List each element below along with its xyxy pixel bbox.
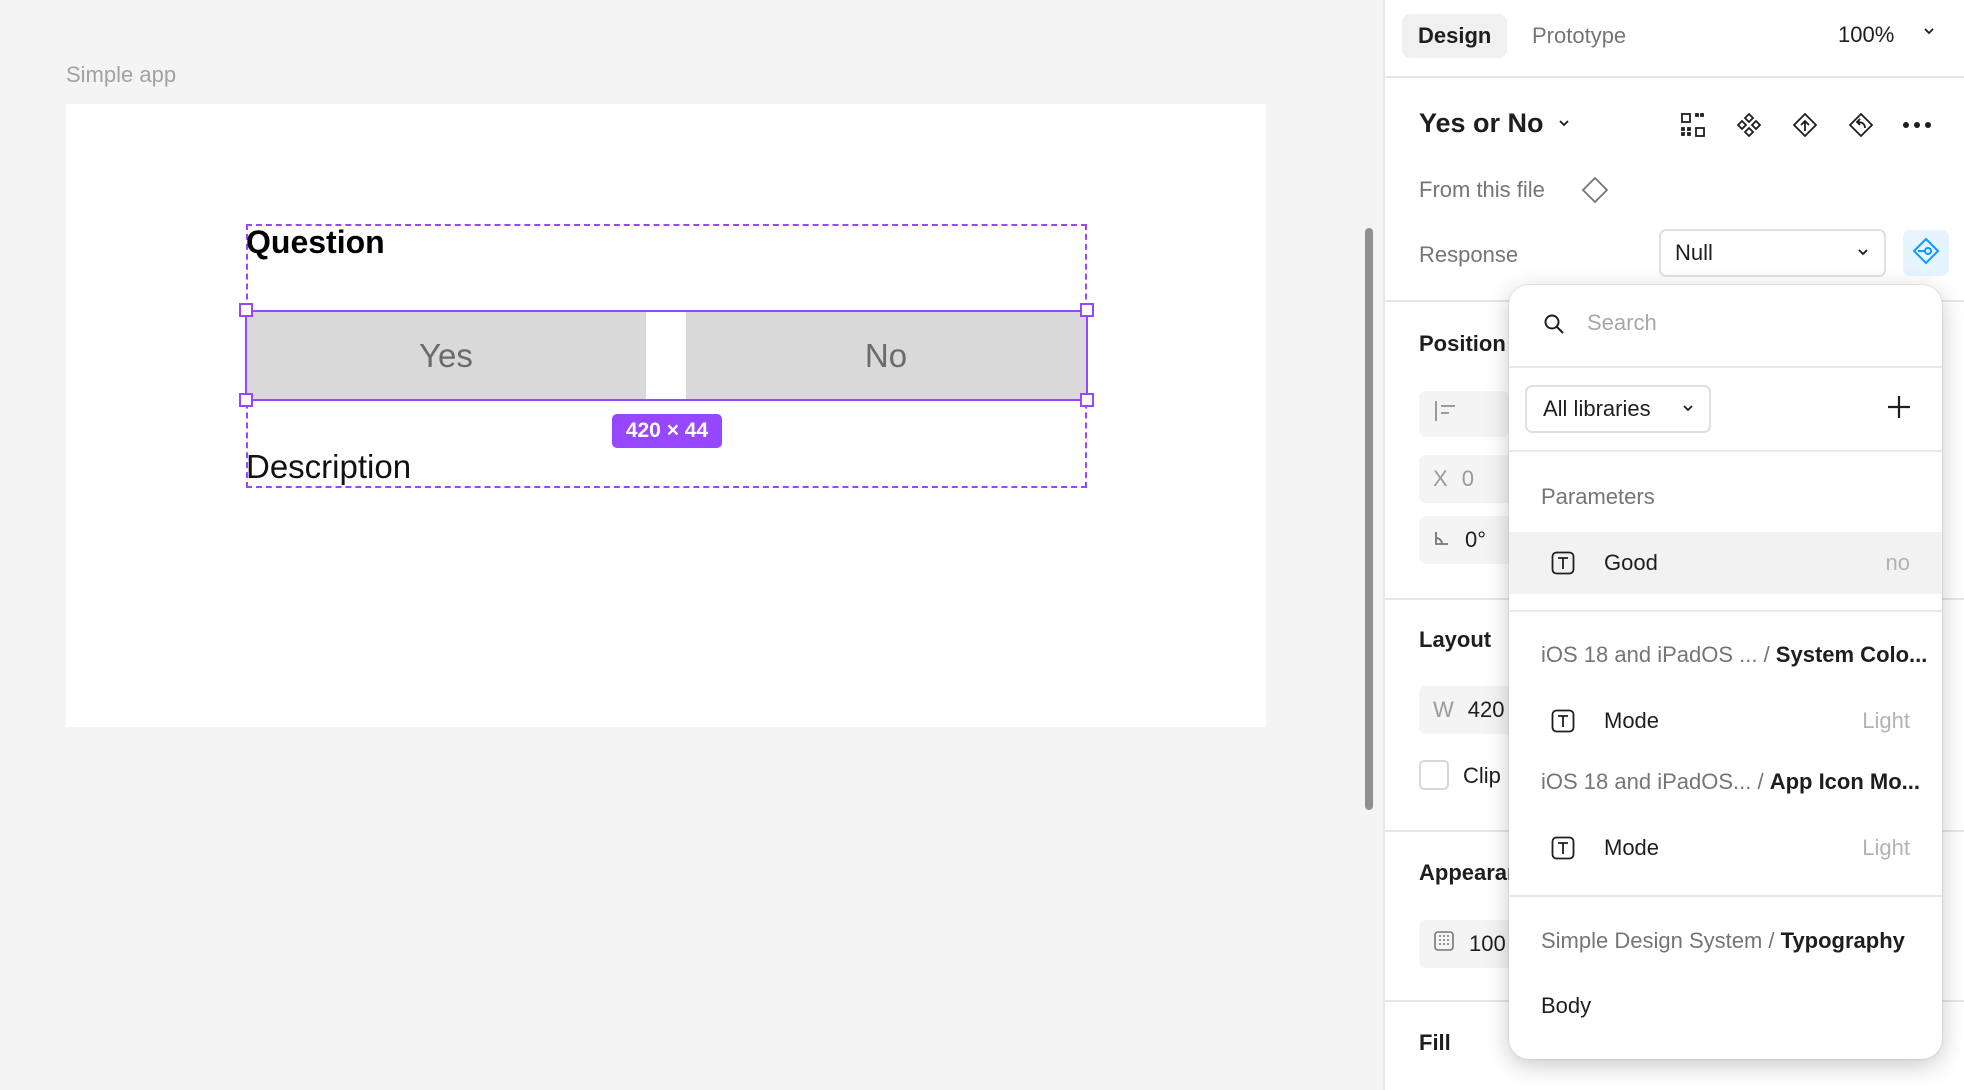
chevron-down-icon[interactable]	[1922, 24, 1936, 41]
question-text[interactable]: Question	[246, 224, 385, 261]
chevron-down-icon[interactable]	[1557, 116, 1571, 133]
library-select[interactable]: All libraries	[1525, 385, 1711, 433]
rotation-icon	[1433, 527, 1451, 553]
variable-group-header: Parameters	[1541, 484, 1655, 510]
variable-row-body[interactable]: Body	[1509, 975, 1942, 1037]
divider	[1509, 450, 1942, 452]
clip-content-checkbox[interactable]	[1419, 760, 1449, 790]
group-collection-name: App Icon Mo...	[1769, 769, 1921, 794]
divider	[1385, 76, 1964, 78]
frame-name-label[interactable]: Simple app	[66, 62, 176, 88]
response-property-label: Response	[1419, 242, 1519, 267]
resize-handle-top-left[interactable]	[239, 303, 253, 317]
response-select-value: Null	[1675, 240, 1713, 265]
size-badge: 420 × 44	[612, 414, 722, 448]
position-section-title: Position	[1419, 331, 1506, 356]
apply-variable-button[interactable]	[1903, 230, 1949, 276]
group-library-name: Parameters	[1541, 484, 1655, 509]
canvas-scrollbar[interactable]	[1365, 228, 1373, 810]
variable-value: no	[1885, 550, 1910, 575]
push-changes-icon[interactable]	[1790, 110, 1820, 140]
fill-section-title: Fill	[1419, 1030, 1451, 1055]
variable-link-icon	[1911, 236, 1941, 271]
chevron-down-icon	[1856, 245, 1870, 262]
variable-name: Mode	[1604, 835, 1660, 860]
create-variable-button[interactable]	[1879, 389, 1919, 429]
group-collection-name: System Colo...	[1775, 642, 1928, 667]
group-library-name: Simple Design System /	[1541, 928, 1781, 953]
resize-handle-top-right[interactable]	[1080, 303, 1094, 317]
from-file-label: From this file	[1419, 177, 1545, 202]
group-library-name: iOS 18 and iPadOS... /	[1541, 769, 1770, 794]
opacity-icon	[1433, 930, 1455, 958]
library-select-value: All libraries	[1543, 396, 1651, 421]
component-name[interactable]: Yes or No	[1419, 108, 1544, 139]
variable-group-header: iOS 18 and iPadOS ... / System Colo...	[1541, 642, 1927, 668]
text-variable-icon	[1551, 836, 1575, 865]
variable-value: Light	[1862, 708, 1910, 733]
variable-group-header: iOS 18 and iPadOS... / App Icon Mo...	[1541, 769, 1920, 795]
grid-select-icon[interactable]	[1678, 110, 1708, 140]
description-text[interactable]: Description	[246, 448, 411, 486]
resize-handle-bottom-right[interactable]	[1080, 393, 1094, 407]
variable-search-input[interactable]	[1587, 303, 1907, 343]
component-diamond-icon[interactable]	[1581, 176, 1609, 209]
group-collection-name: Typography	[1780, 928, 1905, 953]
button-row-selection	[245, 310, 1088, 401]
width-field-label: W	[1433, 697, 1454, 722]
variable-name: Mode	[1604, 708, 1660, 733]
variable-row-good[interactable]: Good no	[1509, 532, 1942, 594]
variable-row-mode[interactable]: Mode Light	[1509, 690, 1942, 752]
reset-instance-icon[interactable]	[1846, 110, 1876, 140]
align-left-button[interactable]	[1419, 391, 1509, 437]
variable-name: Body	[1541, 993, 1592, 1018]
response-select[interactable]: Null	[1659, 229, 1886, 277]
group-library-name: iOS 18 and iPadOS ... /	[1541, 642, 1776, 667]
more-options-icon[interactable]	[1902, 110, 1932, 140]
variable-group-header: Simple Design System / Typography	[1541, 928, 1905, 954]
search-icon	[1542, 312, 1566, 341]
divider	[1509, 895, 1942, 897]
x-field-value: 0	[1461, 466, 1474, 491]
divider	[1509, 610, 1942, 612]
canvas[interactable]: Simple app Question Yes No 420 × 44 Desc…	[0, 0, 1383, 1090]
text-variable-icon	[1551, 709, 1575, 738]
rotation-value: 0°	[1465, 527, 1487, 552]
chevron-down-icon	[1681, 401, 1695, 418]
tab-design[interactable]: Design	[1402, 14, 1508, 58]
clip-content-label: Clip	[1463, 763, 1501, 788]
tab-prototype[interactable]: Prototype	[1516, 14, 1642, 58]
appearance-section-title: Appearar	[1419, 860, 1516, 885]
width-field-value: 420	[1467, 697, 1505, 722]
variable-name: Good	[1604, 550, 1658, 575]
plus-icon	[1886, 394, 1912, 425]
divider	[1509, 366, 1942, 368]
text-variable-icon	[1551, 551, 1575, 580]
align-left-icon	[1433, 399, 1461, 429]
component-icon[interactable]	[1734, 110, 1764, 140]
layout-section-title: Layout	[1419, 627, 1492, 652]
variable-value: Light	[1862, 835, 1910, 860]
variable-picker-popover: All libraries Parameters Good no iOS 18 …	[1509, 285, 1942, 1059]
resize-handle-bottom-left[interactable]	[239, 393, 253, 407]
zoom-level[interactable]: 100%	[1838, 22, 1894, 48]
x-field-label: X	[1433, 466, 1448, 491]
variable-row-mode[interactable]: Mode Light	[1509, 817, 1942, 879]
opacity-value: 100	[1469, 931, 1506, 956]
